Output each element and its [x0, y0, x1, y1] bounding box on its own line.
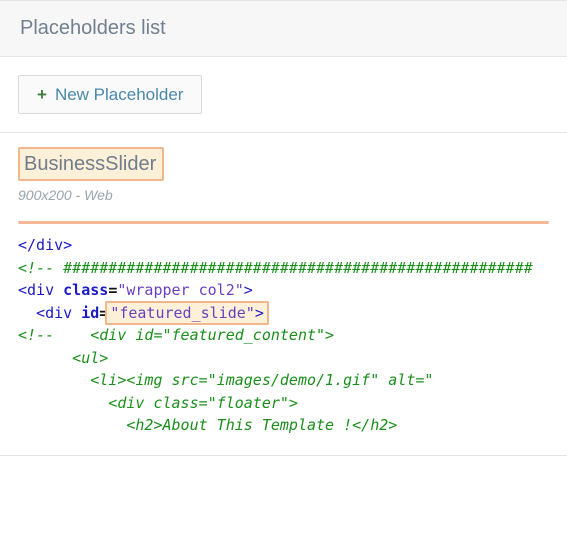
code-token: <div	[18, 281, 63, 299]
code-line: <div class="floater">	[18, 394, 298, 412]
toolbar: + New Placeholder	[0, 57, 567, 133]
placeholder-item: BusinessSlider 900x200 - Web	[0, 133, 567, 211]
new-placeholder-button[interactable]: + New Placeholder	[18, 75, 202, 114]
code-line: <li><img src="images/demo/1.gif" alt="	[18, 371, 433, 389]
code-line: <h2>About This Template !</h2>	[18, 416, 397, 434]
code-line: <ul>	[18, 349, 108, 367]
code-line: </div>	[18, 236, 72, 254]
code-token: "wrapper col2"	[117, 281, 243, 299]
code-token: <div	[18, 304, 81, 322]
new-placeholder-label: New Placeholder	[55, 85, 184, 104]
code-token: >	[244, 281, 253, 299]
panel-title: Placeholders list	[0, 1, 567, 57]
code-line: <div id="featured_content">	[54, 326, 334, 344]
placeholder-title-highlight: BusinessSlider	[18, 147, 164, 181]
code-token: <!--	[18, 326, 54, 344]
code-line: <!-- ###################################…	[18, 259, 533, 277]
code-preview: </div> <!-- ############################…	[0, 224, 567, 455]
highlighted-id-value: "featured_slide">	[105, 301, 269, 325]
placeholder-title[interactable]: BusinessSlider	[24, 153, 156, 175]
code-token: class	[63, 281, 108, 299]
placeholder-meta: 900x200 - Web	[18, 187, 549, 203]
placeholders-panel: Placeholders list + New Placeholder Busin…	[0, 0, 567, 456]
code-token: id	[81, 304, 99, 322]
plus-icon: +	[37, 85, 47, 104]
